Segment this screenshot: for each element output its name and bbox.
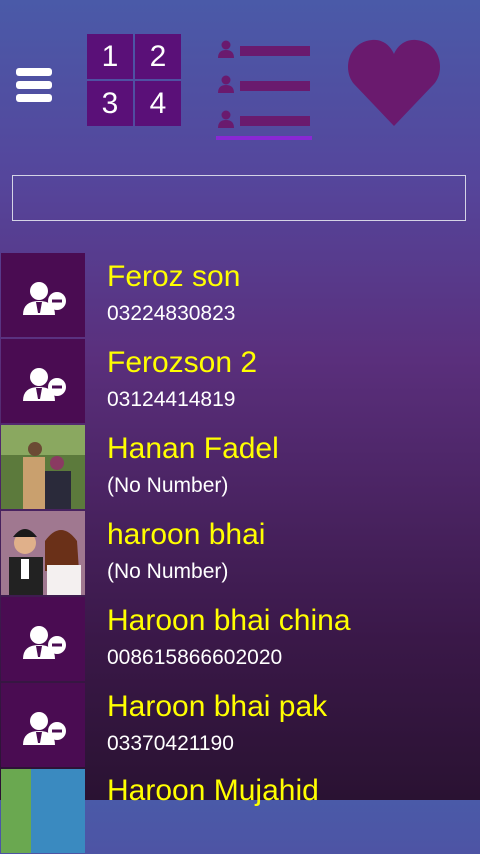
contact-list-row-icon [214, 40, 312, 60]
contact-name: Ferozson 2 [107, 346, 258, 379]
contact-photo [1, 511, 85, 595]
list-line [240, 116, 310, 126]
top-navigation: 1 2 3 4 [0, 0, 480, 150]
contact-number: 03370421190 [107, 732, 234, 755]
active-tab-indicator [216, 136, 312, 140]
heart-icon[interactable] [346, 38, 442, 128]
default-contact-icon [1, 597, 85, 681]
speed-dial-grid-tab[interactable]: 1 2 3 4 [87, 34, 181, 126]
person-icon [218, 110, 234, 128]
menu-bar [16, 94, 52, 102]
person-icon [218, 40, 234, 58]
contact-name: haroon bhai [107, 518, 266, 551]
contact-list-tab[interactable] [214, 36, 312, 142]
list-item[interactable]: Haroon bhai china 008615866602020 [0, 596, 480, 682]
list-item[interactable]: haroon bhai (No Number) [0, 510, 480, 596]
contact-number: 008615866602020 [107, 646, 283, 669]
contact-name: Hanan Fadel [107, 432, 279, 465]
menu-bar [16, 81, 52, 89]
contact-number: 03224830823 [107, 302, 236, 325]
grid-cell-3: 3 [87, 81, 133, 126]
grid-cell-2: 2 [135, 34, 181, 79]
contact-name: Haroon bhai pak [107, 690, 328, 723]
contact-name: Haroon Mujahid [107, 774, 319, 807]
contact-photo [1, 425, 85, 509]
default-contact-icon [1, 253, 85, 337]
list-item[interactable]: Hanan Fadel (No Number) [0, 424, 480, 510]
search-input[interactable] [12, 175, 466, 221]
contact-list-row-icon [214, 110, 312, 130]
menu-bar [16, 68, 52, 76]
list-item[interactable]: Ferozson 2 03124414819 [0, 338, 480, 424]
contact-name: Haroon bhai china [107, 604, 351, 637]
grid-cell-4: 4 [135, 81, 181, 126]
default-contact-icon [1, 683, 85, 767]
list-line [240, 81, 310, 91]
hamburger-menu-icon[interactable] [16, 68, 52, 106]
list-item[interactable]: Haroon bhai pak 03370421190 [0, 682, 480, 768]
contact-number: (No Number) [107, 474, 229, 497]
person-icon [218, 75, 234, 93]
list-item[interactable]: Haroon Mujahid [0, 768, 480, 854]
contact-number: (No Number) [107, 560, 229, 583]
default-contact-icon [1, 339, 85, 423]
list-item[interactable]: Feroz son 03224830823 [0, 252, 480, 338]
contact-list: Feroz son 03224830823 Ferozson 2 0312441… [0, 252, 480, 854]
grid-cell-1: 1 [87, 34, 133, 79]
contact-name: Feroz son [107, 260, 241, 293]
contact-list-row-icon [214, 75, 312, 95]
contact-photo [1, 769, 85, 853]
contact-number: 03124414819 [107, 388, 236, 411]
list-line [240, 46, 310, 56]
